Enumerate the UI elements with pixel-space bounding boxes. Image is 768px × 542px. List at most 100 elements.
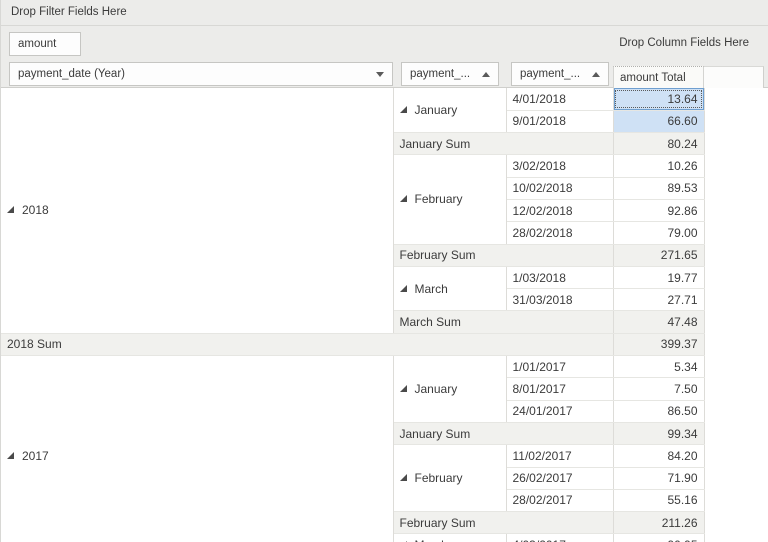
row-header-date[interactable]: 10/02/2018 xyxy=(506,177,613,199)
row-header-date[interactable]: 1/01/2017 xyxy=(506,356,613,378)
expand-collapse-icon[interactable] xyxy=(7,206,14,213)
cell-text: 86.50 xyxy=(667,404,697,418)
sum-label[interactable]: January Sum xyxy=(393,422,613,444)
sum-cell[interactable]: 271.65 xyxy=(613,244,704,266)
data-cell[interactable]: 79.00 xyxy=(613,222,704,244)
row-header-date[interactable]: 3/02/2018 xyxy=(506,155,613,177)
table-row: 2018 Sum 399.37 xyxy=(1,333,704,355)
data-cell[interactable]: 90.95 xyxy=(613,534,704,542)
row-header-date[interactable]: 31/03/2018 xyxy=(506,289,613,311)
cell-text: 27.71 xyxy=(667,293,697,307)
cell-text: 9/01/2018 xyxy=(513,114,566,128)
cell-text: 28/02/2017 xyxy=(513,493,573,507)
data-cell[interactable]: 84.20 xyxy=(613,445,704,467)
row-header-month-january-2017[interactable]: January xyxy=(393,356,506,423)
cell-text: January xyxy=(415,103,458,117)
filter-drop-zone[interactable]: Drop Filter Fields Here xyxy=(1,0,768,26)
data-cell[interactable]: 7.50 xyxy=(613,378,704,400)
data-cell[interactable]: 71.90 xyxy=(613,467,704,489)
expand-collapse-icon[interactable] xyxy=(400,106,407,113)
cell-text: 47.48 xyxy=(667,315,697,329)
row-header-date[interactable]: 4/03/2017 xyxy=(506,534,613,542)
expand-collapse-icon[interactable] xyxy=(400,474,407,481)
row-header-date[interactable]: 28/02/2017 xyxy=(506,489,613,511)
sum-label[interactable]: February Sum xyxy=(393,512,613,534)
row-header-date[interactable]: 8/01/2017 xyxy=(506,378,613,400)
cell-text: January Sum xyxy=(400,137,471,151)
sum-cell[interactable]: 399.37 xyxy=(613,333,704,355)
cell-text: January Sum xyxy=(400,427,471,441)
cell-text: 399.37 xyxy=(661,337,698,351)
data-field-label: amount xyxy=(18,38,72,50)
value-column-header-label: amount Total xyxy=(620,72,686,84)
data-cell[interactable]: 13.64 xyxy=(613,88,704,110)
expand-collapse-icon[interactable] xyxy=(400,385,407,392)
row-header-date[interactable]: 4/01/2018 xyxy=(506,88,613,110)
row-header-month-march-2018[interactable]: March xyxy=(393,266,506,311)
sort-ascending-icon[interactable] xyxy=(482,72,490,77)
cell-text: 2017 xyxy=(22,449,49,463)
row-header-date[interactable]: 28/02/2018 xyxy=(506,222,613,244)
row-header-year-2018[interactable]: 2018 xyxy=(1,88,393,333)
row-field-label: payment_... xyxy=(410,68,476,80)
cell-text: 7.50 xyxy=(674,382,697,396)
row-header-date[interactable]: 9/01/2018 xyxy=(506,110,613,132)
column-drop-zone[interactable]: Drop Column Fields Here xyxy=(1,26,768,60)
pivot-grid: Drop Filter Fields Here Drop Column Fiel… xyxy=(0,0,768,542)
sum-label[interactable]: January Sum xyxy=(393,133,613,155)
cell-text: 13.64 xyxy=(667,92,697,106)
value-column-header[interactable]: amount Total xyxy=(613,66,704,89)
row-header-date[interactable]: 24/01/2017 xyxy=(506,400,613,422)
data-field-amount[interactable]: amount xyxy=(9,32,81,56)
sum-cell[interactable]: 47.48 xyxy=(613,311,704,333)
data-cell[interactable]: 10.26 xyxy=(613,155,704,177)
cell-text: 2018 xyxy=(22,203,49,217)
expand-collapse-icon[interactable] xyxy=(400,285,407,292)
pivot-table-body: 2018 January 4/01/2018 13.64 9/01/2018 66.60 J… xyxy=(1,88,704,542)
row-field-payment-date-year[interactable]: payment_date (Year) xyxy=(9,62,393,86)
sum-label[interactable]: March Sum xyxy=(393,311,613,333)
data-cell[interactable]: 66.60 xyxy=(613,110,704,132)
dropdown-arrow-icon[interactable] xyxy=(376,72,384,77)
cell-text: 92.86 xyxy=(667,204,697,218)
cell-text: 10.26 xyxy=(667,159,697,173)
cell-text: 4/01/2018 xyxy=(513,92,566,106)
cell-text: 90.95 xyxy=(667,538,697,542)
expand-collapse-icon[interactable] xyxy=(400,195,407,202)
row-header-month-february-2017[interactable]: February xyxy=(393,445,506,512)
row-field-label: payment_... xyxy=(520,68,586,80)
sum-label[interactable]: February Sum xyxy=(393,244,613,266)
cell-text: 3/02/2018 xyxy=(513,159,566,173)
cell-text: 271.65 xyxy=(661,248,698,262)
cell-text: 8/01/2017 xyxy=(513,382,566,396)
row-field-payment-date-month[interactable]: payment_... xyxy=(401,62,499,86)
cell-text: 1/01/2017 xyxy=(513,360,566,374)
pivot-data-area: 2018 January 4/01/2018 13.64 9/01/2018 66.60 J… xyxy=(1,88,768,542)
data-cell[interactable]: 19.77 xyxy=(613,266,704,288)
sum-cell[interactable]: 99.34 xyxy=(613,422,704,444)
empty-column-header xyxy=(704,66,764,89)
row-header-month-january-2018[interactable]: January xyxy=(393,88,506,133)
row-header-date[interactable]: 26/02/2017 xyxy=(506,467,613,489)
row-header-date[interactable]: 11/02/2017 xyxy=(506,445,613,467)
expand-collapse-icon[interactable] xyxy=(7,452,14,459)
sum-cell[interactable]: 211.26 xyxy=(613,512,704,534)
row-header-month-march-2017[interactable]: March xyxy=(393,534,506,542)
cell-text: 211.26 xyxy=(662,516,698,530)
cell-text: 89.53 xyxy=(667,181,697,195)
row-header-date[interactable]: 1/03/2018 xyxy=(506,266,613,288)
data-cell[interactable]: 92.86 xyxy=(613,199,704,221)
cell-text: 1/03/2018 xyxy=(513,271,566,285)
data-cell[interactable]: 86.50 xyxy=(613,400,704,422)
data-cell[interactable]: 27.71 xyxy=(613,289,704,311)
data-cell[interactable]: 89.53 xyxy=(613,177,704,199)
sum-cell[interactable]: 80.24 xyxy=(613,133,704,155)
year-sum-label[interactable]: 2018 Sum xyxy=(1,333,613,355)
data-cell[interactable]: 55.16 xyxy=(613,489,704,511)
row-header-year-2017[interactable]: 2017 xyxy=(1,356,393,542)
row-header-date[interactable]: 12/02/2018 xyxy=(506,199,613,221)
sort-ascending-icon[interactable] xyxy=(592,72,600,77)
data-cell[interactable]: 5.34 xyxy=(613,356,704,378)
row-field-payment-date-day[interactable]: payment_... xyxy=(511,62,609,86)
row-header-month-february-2018[interactable]: February xyxy=(393,155,506,244)
